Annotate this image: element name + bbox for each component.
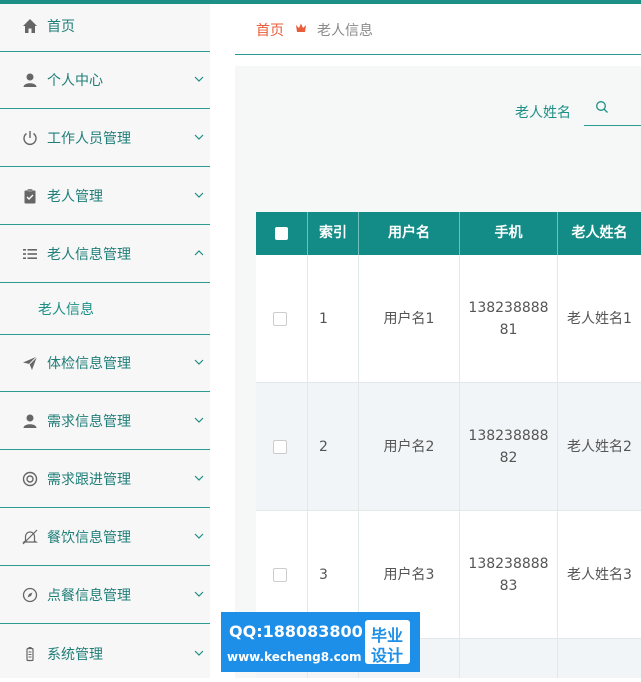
search-input[interactable] xyxy=(584,91,641,126)
crown-icon xyxy=(296,23,306,32)
cell-phone: 138238888 82 xyxy=(468,428,549,466)
watermark-badge-line2: 设计 xyxy=(371,646,404,665)
table-row: 2 用户名2 138238888 82 老人姓名2 xyxy=(256,383,641,511)
row-checkbox[interactable] xyxy=(273,440,287,454)
watermark-url: www.kecheng8.com xyxy=(227,650,362,664)
sidebar-item-label: 餐饮信息管理 xyxy=(47,530,131,546)
sidebar-item-label: 需求信息管理 xyxy=(47,414,131,430)
chevron-down-icon xyxy=(194,359,204,365)
row-checkbox[interactable] xyxy=(273,312,287,326)
breadcrumb: 首页 老人信息 xyxy=(235,4,641,55)
chevron-down-icon xyxy=(194,76,204,82)
column-header: 用户名 xyxy=(359,212,460,255)
sidebar: 首页 个人中心 工作人员管理 老人管理 老人信息管理 老人信息 体检信息管理 需… xyxy=(0,4,210,678)
user-icon xyxy=(23,73,37,87)
sidebar-item-system[interactable]: 系统管理 xyxy=(0,625,210,682)
compass-icon xyxy=(22,587,38,603)
chevron-down-icon xyxy=(194,650,204,656)
chevron-down-icon xyxy=(194,134,204,140)
chevron-down-icon xyxy=(194,591,204,597)
cell-phone: 138238888 83 xyxy=(468,556,549,594)
sidebar-item-label: 老人管理 xyxy=(47,189,103,205)
column-header: 手机 xyxy=(460,212,558,255)
power-icon xyxy=(23,131,37,145)
breadcrumb-current: 老人信息 xyxy=(317,23,373,39)
column-header: 老人姓名 xyxy=(558,212,641,255)
content-panel: 老人姓名 索引 用户名 手机 老人姓名 1 用户名1 138238888 81 老… xyxy=(235,66,641,678)
sidebar-item-staff[interactable]: 工作人员管理 xyxy=(0,110,210,167)
sidebar-item-label: 工作人员管理 xyxy=(47,131,131,147)
breadcrumb-home-link[interactable]: 首页 xyxy=(256,20,284,40)
search-icon xyxy=(596,101,608,113)
chevron-down-icon xyxy=(194,533,204,539)
main-content: 首页 老人信息 老人姓名 索引 用户名 手机 老人姓名 1 用户名1 13823… xyxy=(210,4,641,678)
bell-off-icon xyxy=(22,529,38,545)
sidebar-item-orders[interactable]: 点餐信息管理 xyxy=(0,567,210,624)
sidebar-item-checkup[interactable]: 体检信息管理 xyxy=(0,335,210,392)
sidebar-item-label: 个人中心 xyxy=(47,73,103,89)
list-icon xyxy=(23,249,37,259)
sidebar-item-elders[interactable]: 老人管理 xyxy=(0,168,210,225)
sidebar-item-label: 需求跟进管理 xyxy=(47,472,131,488)
home-icon xyxy=(23,18,37,33)
cell-elder-name: 老人姓名2 xyxy=(567,439,632,455)
sidebar-item-label: 系统管理 xyxy=(47,646,103,663)
search-label: 老人姓名 xyxy=(515,105,571,121)
watermark-qq: QQ:188083800 xyxy=(229,622,363,641)
sidebar-item-label: 点餐信息管理 xyxy=(47,588,131,604)
sidebar-item-catering[interactable]: 餐饮信息管理 xyxy=(0,509,210,566)
chevron-down-icon xyxy=(194,192,204,198)
lifebuoy-icon xyxy=(22,471,38,487)
sidebar-item-label: 首页 xyxy=(47,18,75,35)
select-all-checkbox[interactable] xyxy=(275,227,288,240)
cell-elder-name: 老人姓名3 xyxy=(567,567,632,583)
sidebar-item-home[interactable]: 首页 xyxy=(0,0,210,52)
watermark-badge: 毕业 设计 xyxy=(365,620,410,665)
sidebar-item-followup[interactable]: 需求跟进管理 xyxy=(0,451,210,508)
cell-username: 用户名1 xyxy=(383,311,435,327)
cell-index: 3 xyxy=(319,567,328,583)
chevron-down-icon xyxy=(194,417,204,423)
table-row: 1 用户名1 138238888 81 老人姓名1 xyxy=(256,255,641,383)
clipboard-icon xyxy=(24,189,36,204)
sidebar-item-label: 体检信息管理 xyxy=(47,356,131,372)
sidebar-item-profile[interactable]: 个人中心 xyxy=(0,52,210,109)
sidebar-subitem-elder-info[interactable]: 老人信息 xyxy=(0,283,210,335)
battery-icon xyxy=(26,646,34,661)
cell-phone: 138238888 81 xyxy=(468,300,549,338)
cell-index: 2 xyxy=(319,439,328,455)
user-icon xyxy=(23,414,37,428)
send-icon xyxy=(23,356,38,370)
column-header: 索引 xyxy=(308,212,359,255)
sidebar-item-label: 老人信息管理 xyxy=(47,247,131,263)
cell-elder-name: 老人姓名1 xyxy=(567,311,632,327)
row-checkbox[interactable] xyxy=(273,568,287,582)
sidebar-item-elder-info[interactable]: 老人信息管理 xyxy=(0,226,210,283)
chevron-up-icon xyxy=(194,250,204,256)
cell-index: 1 xyxy=(319,311,328,327)
sidebar-subitem-label: 老人信息 xyxy=(38,301,94,318)
sidebar-item-needs[interactable]: 需求信息管理 xyxy=(0,393,210,450)
watermark-banner: QQ:188083800 www.kecheng8.com 毕业 设计 xyxy=(221,612,420,672)
cell-username: 用户名3 xyxy=(383,567,435,583)
chevron-down-icon xyxy=(194,475,204,481)
cell-username: 用户名2 xyxy=(383,439,435,455)
header-select-all[interactable] xyxy=(256,212,308,255)
